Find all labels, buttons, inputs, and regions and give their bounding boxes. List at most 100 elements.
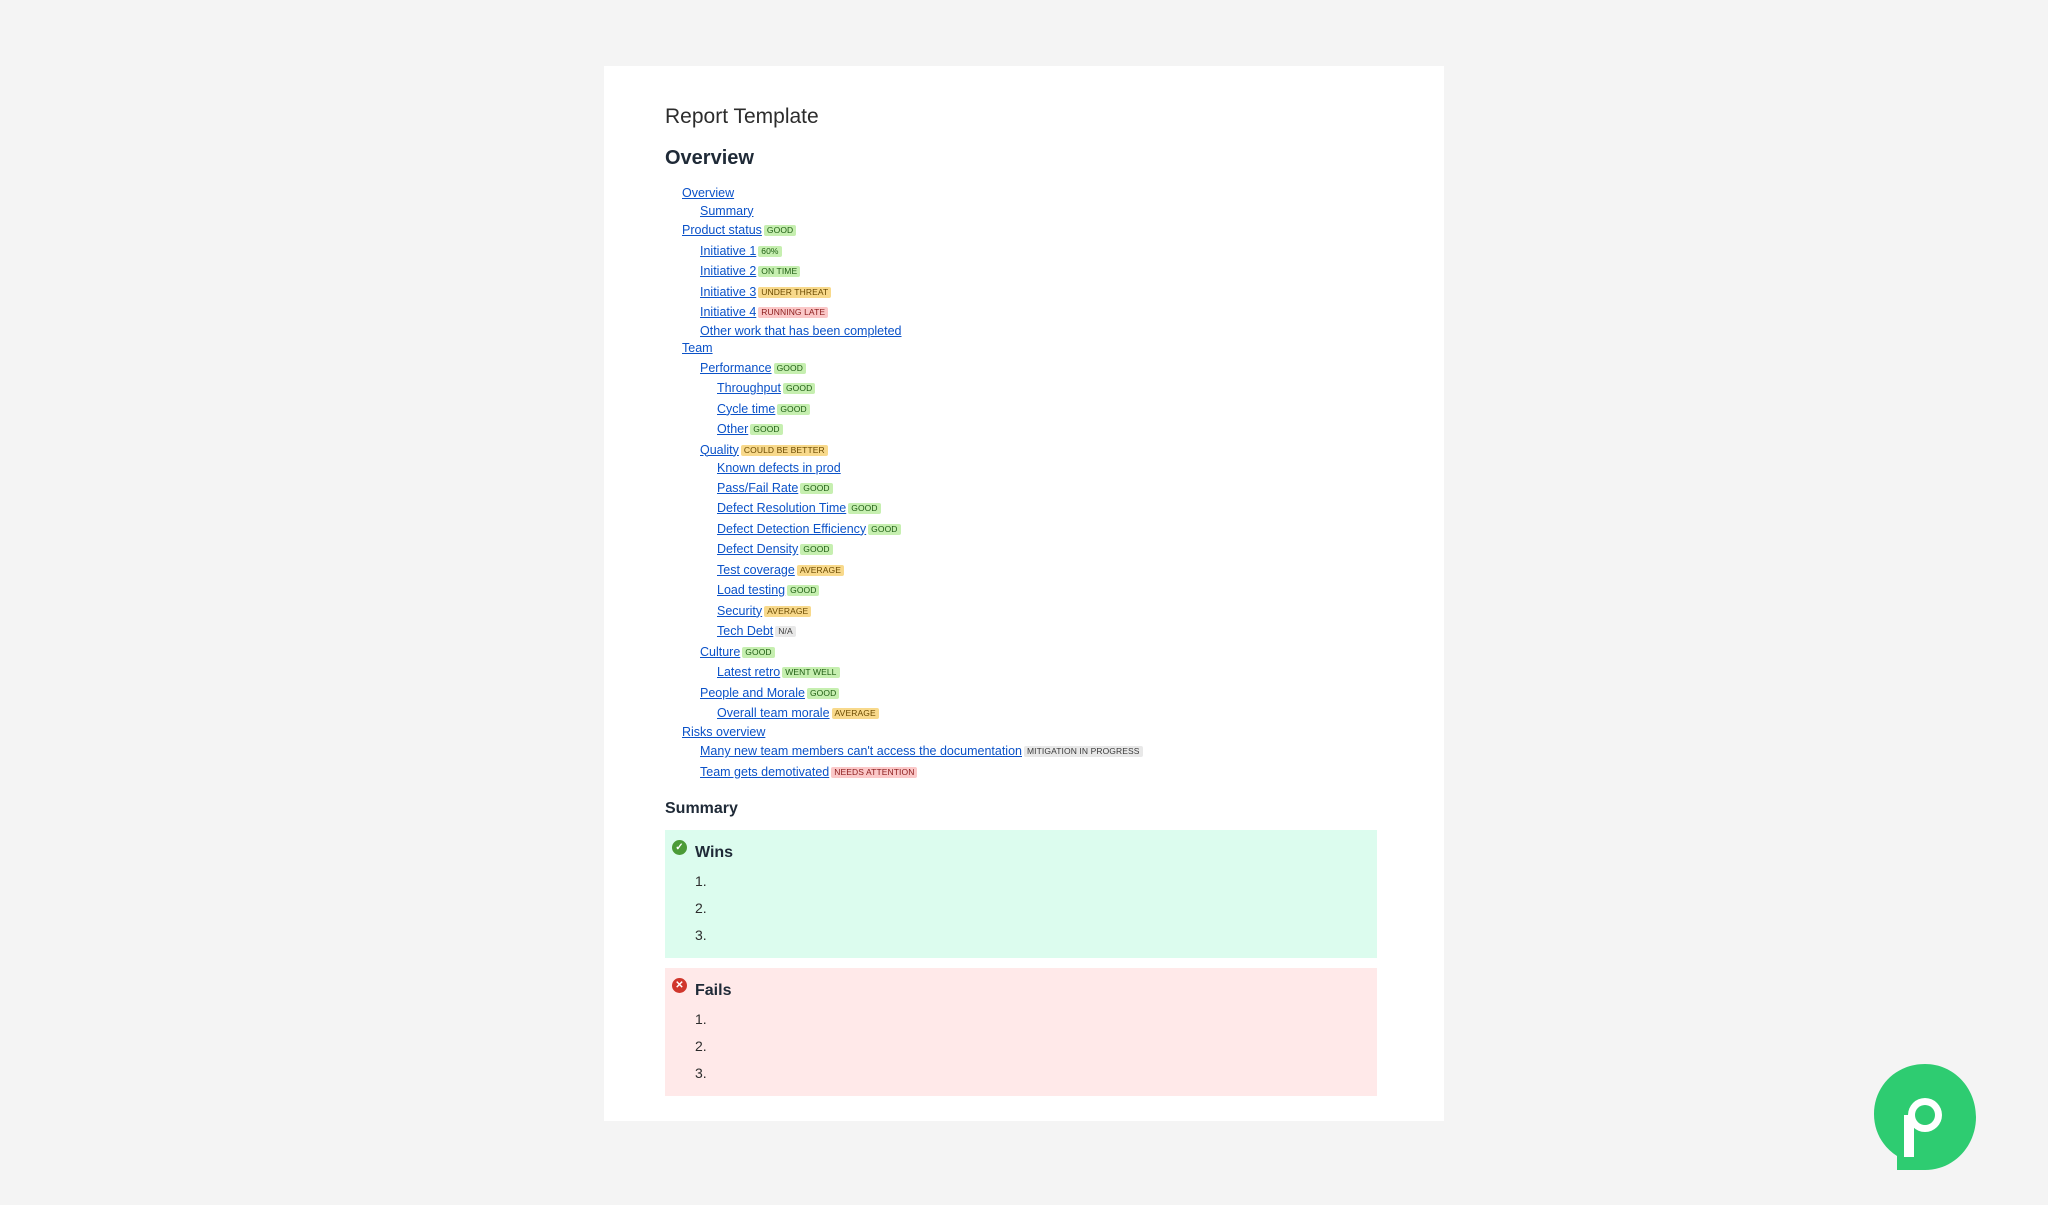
- status-badge: GOOD: [750, 424, 783, 435]
- toc-link[interactable]: Risks overview: [682, 725, 765, 739]
- toc-link[interactable]: Load testing: [717, 583, 785, 597]
- status-badge: GOOD: [773, 362, 806, 374]
- list-item[interactable]: 3.: [695, 922, 1377, 949]
- toc-link[interactable]: Other work that has been completed: [700, 324, 902, 338]
- toc-item: People and Morale GOOD: [665, 683, 1383, 704]
- toc-item: Security AVERAGE: [665, 601, 1383, 622]
- summary-heading: Summary: [665, 800, 738, 817]
- list-item[interactable]: 3.: [695, 1060, 1377, 1087]
- toc-item: Initiative 1 60%: [665, 241, 1383, 262]
- toc-item: Initiative 2 ON TIME: [665, 261, 1383, 282]
- toc-item: Many new team members can't access the d…: [665, 741, 1383, 762]
- fails-panel: ✕ Fails 1. 2. 3.: [665, 968, 1377, 1096]
- toc-item: Overall team morale AVERAGE: [665, 703, 1383, 724]
- wins-panel: ✓ Wins 1. 2. 3.: [665, 830, 1377, 958]
- toc-link[interactable]: Culture: [700, 645, 740, 659]
- toc-link[interactable]: Overview: [682, 186, 734, 200]
- toc-item: Team: [665, 340, 1383, 358]
- toc-item: Load testing GOOD: [665, 580, 1383, 601]
- toc-link[interactable]: Product status: [682, 223, 762, 237]
- toc-link[interactable]: Latest retro: [717, 665, 780, 679]
- wins-title: Wins: [695, 844, 734, 861]
- list-item[interactable]: 1.: [695, 1006, 1377, 1033]
- status-badge: WENT WELL: [782, 667, 840, 678]
- toc-item: Other GOOD: [665, 419, 1383, 440]
- toc-link[interactable]: People and Morale: [700, 686, 805, 700]
- toc-item: Product status GOOD: [665, 220, 1383, 241]
- status-badge: GOOD: [868, 523, 901, 535]
- status-badge: 60%: [758, 245, 782, 257]
- toc-link[interactable]: Initiative 1: [700, 244, 756, 258]
- status-badge: GOOD: [800, 482, 833, 494]
- check-circle-icon: ✓: [672, 840, 687, 855]
- toc-item: Defect Detection Efficiency GOOD: [665, 519, 1383, 540]
- list-item[interactable]: 2.: [695, 895, 1377, 922]
- toc-item: Overview: [665, 185, 1383, 203]
- toc-link[interactable]: Other: [717, 422, 748, 436]
- toc-link[interactable]: Summary: [700, 204, 753, 218]
- toc-item: Test coverage AVERAGE: [665, 560, 1383, 581]
- fails-list: 1. 2. 3.: [695, 1006, 1377, 1087]
- document-page: Report Template Overview Overview Summary…: [604, 66, 1444, 1121]
- toc-link[interactable]: Initiative 4: [700, 305, 756, 319]
- overview-heading: Overview: [665, 147, 754, 169]
- toc-item: Defect Density GOOD: [665, 539, 1383, 560]
- status-badge: MITIGATION IN PROGRESS: [1024, 746, 1143, 757]
- toc-link[interactable]: Defect Resolution Time: [717, 501, 846, 515]
- toc-link[interactable]: Initiative 3: [700, 285, 756, 299]
- table-of-contents: Overview Summary Product status GOOD Initiat…: [665, 185, 1383, 782]
- toc-link[interactable]: Performance: [700, 361, 772, 375]
- toc-item: Summary: [665, 203, 1383, 221]
- status-badge: NEEDS ATTENTION: [831, 766, 918, 778]
- toc-item: Cycle time GOOD: [665, 399, 1383, 420]
- toc-item: Other work that has been completed: [665, 323, 1383, 341]
- status-badge: N/A: [775, 626, 796, 637]
- status-badge: GOOD: [782, 383, 816, 394]
- status-badge: AVERAGE: [796, 564, 844, 576]
- status-badge: GOOD: [787, 585, 820, 596]
- status-badge: AVERAGE: [831, 708, 879, 719]
- fails-title: Fails: [695, 982, 732, 999]
- status-badge: UNDER THREAT: [758, 286, 832, 298]
- toc-link[interactable]: Tech Debt: [717, 624, 773, 638]
- toc-link[interactable]: Cycle time: [717, 402, 775, 416]
- status-badge: GOOD: [848, 503, 881, 514]
- status-badge: AVERAGE: [764, 605, 812, 617]
- toc-item: Team gets demotivated NEEDS ATTENTION: [665, 762, 1383, 783]
- x-circle-icon: ✕: [672, 978, 687, 993]
- toc-link[interactable]: Quality: [700, 443, 739, 457]
- toc-item: Known defects in prod: [665, 460, 1383, 478]
- status-badge: GOOD: [806, 687, 840, 699]
- toc-item: Throughput GOOD: [665, 378, 1383, 399]
- toc-item: Initiative 3 UNDER THREAT: [665, 282, 1383, 303]
- toc-item: Defect Resolution Time GOOD: [665, 498, 1383, 519]
- toc-item: Risks overview: [665, 724, 1383, 742]
- toc-item: Performance GOOD: [665, 358, 1383, 379]
- toc-link[interactable]: Defect Density: [717, 542, 798, 556]
- status-badge: GOOD: [777, 403, 810, 415]
- document-title: Report Template: [665, 105, 819, 128]
- toc-link[interactable]: Known defects in prod: [717, 461, 841, 475]
- toc-link[interactable]: Test coverage: [717, 563, 795, 577]
- status-badge: RUNNING LATE: [758, 307, 829, 318]
- toc-link[interactable]: Many new team members can't access the d…: [700, 744, 1022, 758]
- toc-link[interactable]: Overall team morale: [717, 706, 830, 720]
- status-badge: COULD BE BETTER: [740, 444, 828, 456]
- toc-link[interactable]: Security: [717, 604, 762, 618]
- toc-link[interactable]: Team gets demotivated: [700, 765, 829, 779]
- toc-item: Pass/Fail Rate GOOD: [665, 478, 1383, 499]
- toc-item: Culture GOOD: [665, 642, 1383, 663]
- wins-list: 1. 2. 3.: [695, 868, 1377, 949]
- toc-link[interactable]: Throughput: [717, 381, 781, 395]
- list-item[interactable]: 1.: [695, 868, 1377, 895]
- status-badge: GOOD: [763, 225, 797, 236]
- toc-link[interactable]: Pass/Fail Rate: [717, 481, 798, 495]
- toc-item: Quality COULD BE BETTER: [665, 440, 1383, 461]
- toc-link[interactable]: Initiative 2: [700, 264, 756, 278]
- toc-item: Tech Debt N/A: [665, 621, 1383, 642]
- toc-link[interactable]: Defect Detection Efficiency: [717, 522, 866, 536]
- list-item[interactable]: 2.: [695, 1033, 1377, 1060]
- toc-link[interactable]: Team: [682, 341, 713, 355]
- toc-item: Initiative 4 RUNNING LATE: [665, 302, 1383, 323]
- status-badge: GOOD: [800, 544, 833, 555]
